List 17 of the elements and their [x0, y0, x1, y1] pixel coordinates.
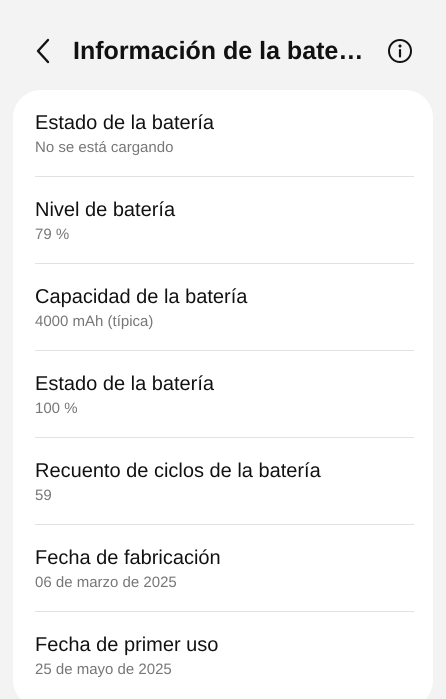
item-value: No se está cargando [35, 138, 174, 158]
back-icon[interactable] [35, 38, 51, 64]
item-value: 100 % [35, 399, 79, 419]
item-title: Recuento de ciclos de la batería [35, 459, 322, 483]
item-value: 79 % [35, 225, 70, 245]
item-title: Fecha de primer uso [35, 633, 220, 657]
item-value: 06 de marzo de 2025 [35, 573, 178, 593]
item-title: Capacidad de la batería [35, 285, 248, 309]
item-value: 4000 mAh (típica) [35, 312, 154, 332]
item-title: Fecha de fabricación [35, 546, 222, 570]
item-title: Estado de la batería [35, 111, 216, 135]
item-title: Estado de la batería [35, 372, 216, 396]
item-title: Nivel de batería [35, 198, 176, 222]
item-value: 59 [35, 486, 53, 506]
item-value: 25 de mayo de 2025 [35, 660, 173, 680]
page-title: Información de la bate… [73, 36, 364, 66]
info-icon[interactable] [387, 38, 413, 64]
